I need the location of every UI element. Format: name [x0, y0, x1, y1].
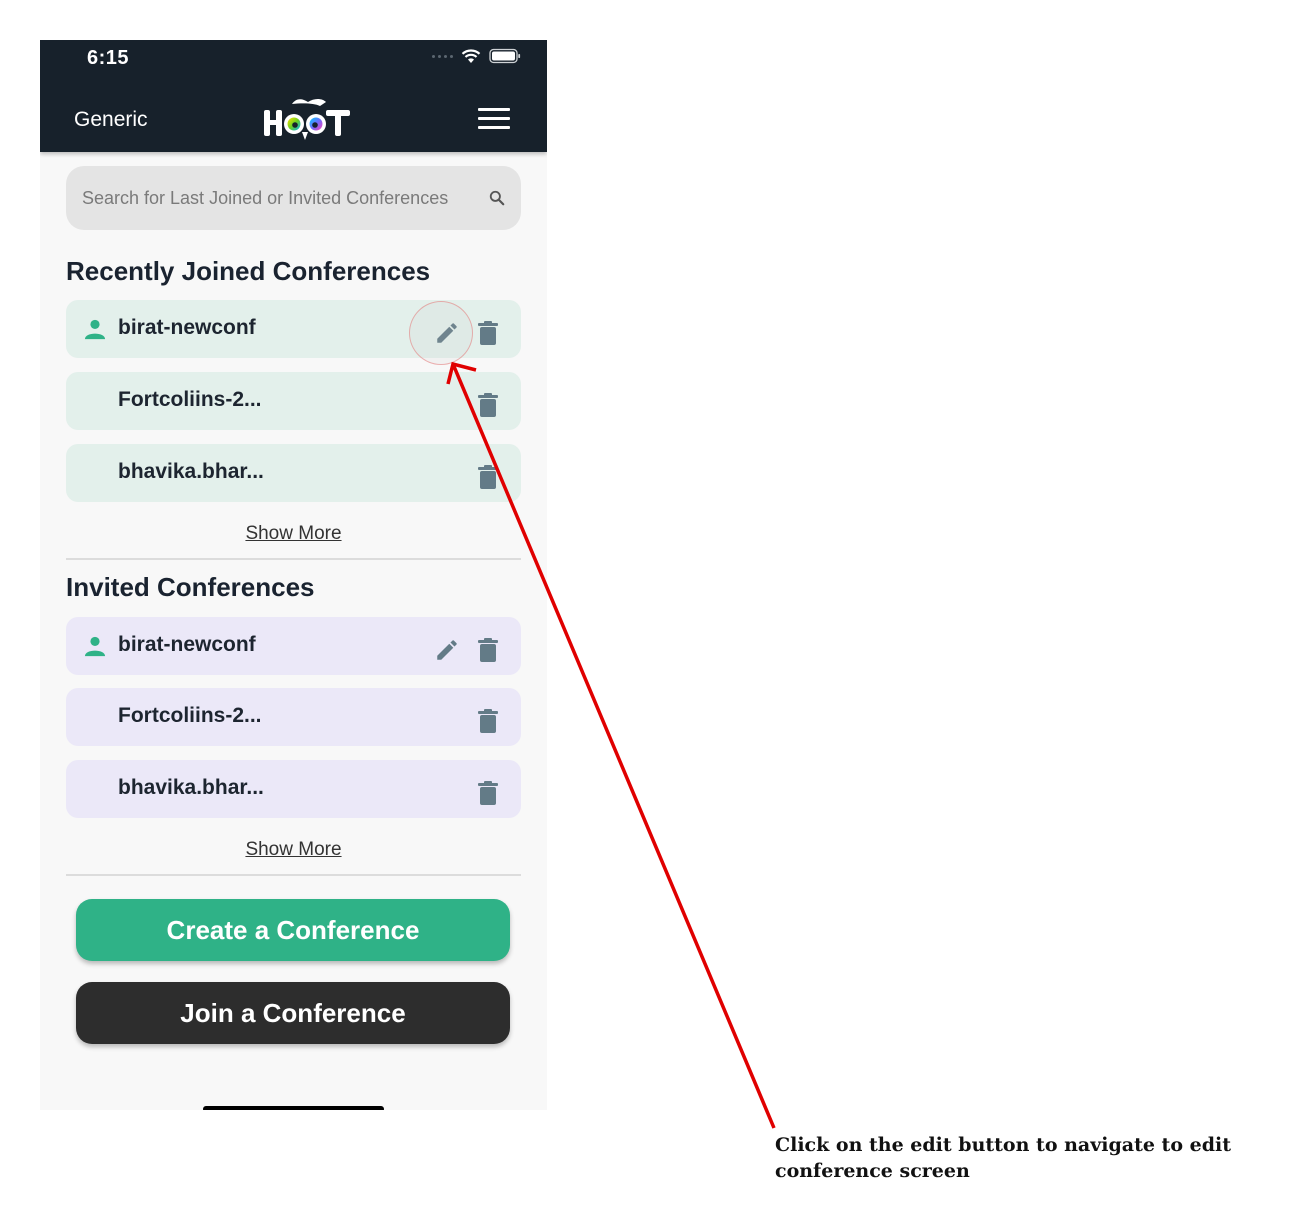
status-icons: [432, 48, 521, 64]
recent-conference-item[interactable]: Fortcoliins-2...: [66, 372, 521, 430]
conference-name: Fortcoliins-2...: [118, 704, 262, 727]
search-input[interactable]: [80, 186, 479, 210]
home-indicator: [203, 1106, 384, 1110]
signal-icon: [432, 54, 453, 58]
search-bar: [66, 166, 521, 230]
join-conference-button[interactable]: Join a Conference: [76, 982, 510, 1044]
hamburger-line: [478, 117, 510, 120]
divider: [66, 558, 521, 560]
recent-show-more: Show More: [40, 523, 547, 545]
invited-show-more: Show More: [40, 839, 547, 861]
delete-icon[interactable]: [476, 708, 500, 734]
edit-icon[interactable]: [434, 320, 460, 346]
hamburger-menu-icon: [478, 108, 510, 111]
hoot-logo: [264, 99, 350, 140]
person-icon: [84, 636, 106, 657]
invited-conference-item[interactable]: birat-newconf: [66, 617, 521, 675]
recent-conference-item[interactable]: bhavika.bhar...: [66, 444, 521, 502]
search-icon[interactable]: [487, 188, 507, 208]
recently-joined-title: Recently Joined Conferences: [66, 256, 431, 286]
wifi-icon: [461, 49, 481, 63]
edit-icon[interactable]: [434, 637, 460, 663]
delete-icon[interactable]: [476, 392, 500, 418]
invited-conference-item[interactable]: bhavika.bhar...: [66, 760, 521, 818]
show-more-link[interactable]: Show More: [245, 839, 341, 860]
hamburger-menu-button[interactable]: [478, 108, 510, 132]
person-icon: [84, 319, 106, 340]
create-conference-button[interactable]: Create a Conference: [76, 899, 510, 961]
recent-conference-item[interactable]: birat-newconf: [66, 300, 521, 358]
annotation-text: Click on the edit button to navigate to …: [775, 1134, 1231, 1182]
divider: [66, 874, 521, 876]
delete-icon[interactable]: [476, 780, 500, 806]
conference-name: bhavika.bhar...: [118, 776, 264, 799]
delete-icon[interactable]: [476, 320, 500, 346]
hamburger-line: [478, 126, 510, 129]
phone-screen: 6:15 Generic Search for Last Joined or I…: [40, 40, 547, 1110]
conference-name: birat-newconf: [118, 633, 256, 656]
status-time: 6:15: [87, 47, 130, 69]
workspace-title: Generic: [74, 108, 148, 131]
conference-name: bhavika.bhar...: [118, 460, 264, 483]
conference-name: Fortcoliins-2...: [118, 388, 262, 411]
invited-title: Invited Conferences: [66, 572, 315, 602]
show-more-link[interactable]: Show More: [245, 523, 341, 544]
app-header: 6:15 Generic: [40, 40, 547, 152]
battery-icon: [489, 48, 521, 64]
invited-conference-item[interactable]: Fortcoliins-2...: [66, 688, 521, 746]
conference-name: birat-newconf: [118, 316, 256, 339]
delete-icon[interactable]: [476, 464, 500, 490]
delete-icon[interactable]: [476, 637, 500, 663]
